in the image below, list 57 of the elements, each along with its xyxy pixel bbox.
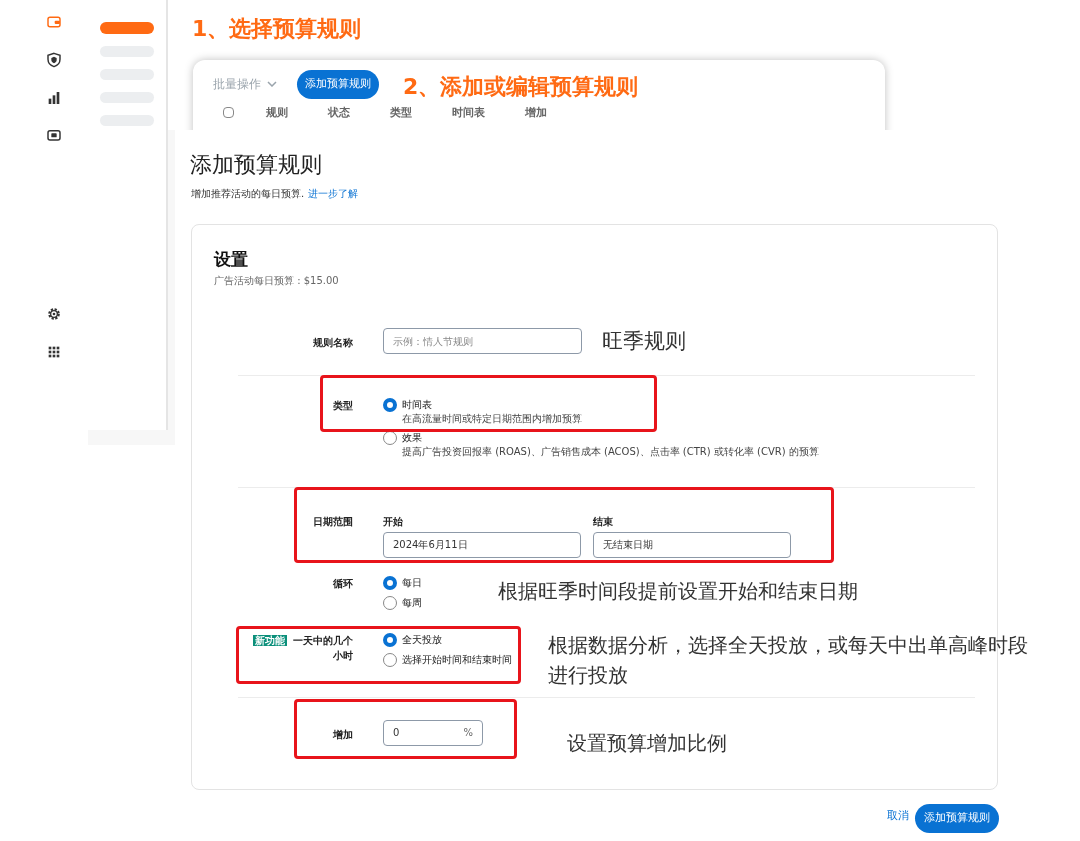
checkbox[interactable]	[223, 107, 234, 119]
annotation-note: 根据旺季时间段提前设置开始和结束日期	[498, 578, 858, 605]
submit-button[interactable]: 添加预算规则	[915, 804, 999, 833]
unit-label: %	[463, 726, 473, 740]
date-field[interactable]: 2024年6月11日	[383, 531, 581, 558]
field-label: 循环	[333, 576, 353, 591]
page-title: 添加预算规则	[190, 151, 322, 179]
annotation-note: 设置预算增加比例	[567, 730, 727, 757]
bar-chart-icon[interactable]	[46, 90, 62, 106]
option-description: 在高流量时间或特定日期范围内增加预算	[402, 411, 582, 425]
field-label: 增加	[333, 727, 353, 742]
settings-icon[interactable]	[46, 306, 62, 322]
field-label: 结束	[593, 514, 614, 529]
bulk-action-dropdown[interactable]: 批量操作	[213, 75, 277, 94]
column-header: 状态	[328, 104, 350, 121]
field-label: 一天中的几个小时	[292, 633, 353, 663]
radio-label: 时间表	[402, 397, 433, 412]
option-description: 提高广告投资回报率 (ROAS)、广告销售成本 (ACOS)、点击率 (CTR) 或转化率 (CVR) 的预算	[402, 444, 819, 458]
radio-label: 效果	[402, 430, 423, 445]
field-label: 类型	[333, 398, 353, 413]
radio-button[interactable]	[383, 632, 397, 647]
learn-more-link[interactable]: 进一步了解	[308, 186, 359, 201]
column-header: 规则	[266, 104, 288, 121]
budget-text: 广告活动每日预算 : $15.00	[214, 273, 340, 288]
field-label: 日期范围	[313, 514, 353, 529]
field-value: 0	[393, 726, 400, 740]
cancel-link[interactable]: 取消	[887, 808, 909, 825]
annotation-note: 旺季规则	[602, 328, 686, 355]
section-title: 设置	[214, 248, 249, 271]
nav-item[interactable]	[100, 22, 154, 34]
field-label: 开始	[383, 514, 404, 529]
page-subtitle: 增加推荐活动的每日预算.	[191, 187, 305, 201]
radio-button[interactable]	[383, 397, 397, 412]
date-field[interactable]: 无结束日期	[593, 531, 791, 558]
column-header: 时间表	[452, 104, 485, 121]
column-header: 增加	[525, 104, 547, 121]
percent-field[interactable]: 0 %	[383, 719, 483, 746]
screen-icon[interactable]	[46, 128, 62, 144]
shield-icon[interactable]	[46, 52, 62, 68]
radio-label: 全天投放	[402, 632, 442, 647]
add-rule-button[interactable]: 添加预算规则	[297, 70, 379, 99]
radio-button[interactable]	[383, 595, 397, 610]
grid-icon[interactable]	[46, 344, 62, 360]
radio-label: 每周	[402, 595, 422, 610]
new-feature-badge: 新功能	[253, 634, 287, 646]
wallet-icon[interactable]	[46, 14, 62, 30]
radio-label: 每日	[402, 575, 422, 590]
text-field[interactable]: 示例：情人节规则	[383, 328, 582, 354]
step-caption: 1、选择预算规则	[192, 15, 362, 43]
caret-icon	[267, 81, 277, 88]
annotation-note: 根据数据分析，选择全天投放，或每天中出单高峰时段进行投放	[548, 632, 1029, 689]
radio-button[interactable]	[383, 575, 397, 590]
radio-label: 选择开始时间和结束时间	[402, 652, 512, 667]
column-header: 类型	[390, 104, 412, 121]
step-caption: 2、添加或编辑预算规则	[403, 73, 639, 101]
radio-button[interactable]	[383, 652, 397, 667]
field-label: 规则名称	[313, 335, 353, 350]
